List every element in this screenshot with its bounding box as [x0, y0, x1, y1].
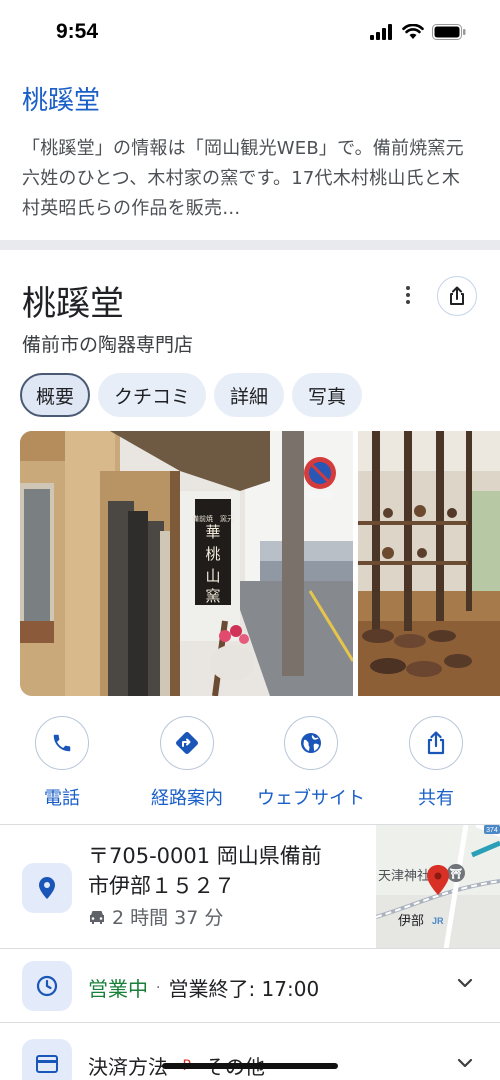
result-snippet: 「桃蹊堂」の情報は「岡山観光WEB」で。備前焼窯元六姓のひとつ、木村家の窯です。…: [22, 138, 464, 219]
route-number: 374: [486, 827, 498, 834]
directions-button[interactable]: 経路案内: [127, 716, 247, 810]
payment-row[interactable]: 決済方法 ₽ その他: [0, 1022, 500, 1080]
phone-icon: [53, 734, 71, 752]
share-button[interactable]: [437, 276, 477, 316]
clock-icon: [36, 975, 58, 997]
address-text: 〒705-0001 岡山県備前 市伊部１５２７: [88, 841, 358, 901]
battery-icon: [432, 24, 466, 40]
shop-sign-char-4: 窯: [205, 587, 220, 605]
photo-carousel[interactable]: 備前焼 窯元 華 桃 山 窯: [20, 431, 500, 696]
travel-time-text: 2 時間 37 分: [112, 907, 224, 929]
more-options-icon[interactable]: [396, 280, 420, 310]
section-divider: [0, 240, 500, 250]
credit-card-icon: [36, 1055, 58, 1073]
place-title: 桃蹊堂: [22, 284, 124, 324]
travel-time: 2 時間 37 分: [88, 903, 223, 930]
tab-details[interactable]: 詳細: [214, 373, 285, 417]
place-category: 備前市の陶器専門店: [22, 334, 194, 356]
svg-text:⛩: ⛩: [450, 867, 463, 880]
hours-separator: ·: [156, 979, 161, 996]
status-bar: 9:54: [0, 0, 500, 62]
map-jr-label: JR: [432, 916, 444, 926]
directions-label: 経路案内: [151, 788, 223, 809]
shop-sign-char-2: 桃: [205, 545, 220, 563]
globe-icon: [301, 733, 321, 753]
website-label: ウェブサイト: [257, 788, 365, 809]
tab-overview[interactable]: 概要: [20, 373, 91, 417]
hours-row[interactable]: 営業中 · 営業終了: 17:00: [0, 948, 500, 1022]
tab-reviews[interactable]: クチコミ: [98, 373, 207, 417]
shop-sign-char-3: 山: [205, 567, 220, 585]
closing-time: 営業終了: 17:00: [168, 977, 320, 1001]
call-button[interactable]: 電話: [2, 716, 122, 810]
location-pin-icon: [39, 877, 55, 899]
status-time: 9:54: [56, 20, 99, 43]
tab-bar: 概要 クチコミ 詳細 写真: [20, 373, 363, 417]
interior-photo[interactable]: [358, 431, 500, 696]
share-icon: [450, 286, 464, 305]
shop-sign-char-1: 華: [205, 523, 220, 541]
call-label: 電話: [44, 788, 80, 809]
directions-icon: [176, 732, 198, 754]
storefront-photo[interactable]: 備前焼 窯元 華 桃 山 窯: [20, 431, 353, 696]
map-shrine-label: 天津神社: [378, 868, 430, 884]
tab-photos[interactable]: 写真: [292, 373, 363, 417]
action-buttons: 電話 経路案内 ウェブサイト 共有: [0, 716, 500, 816]
address-row[interactable]: 〒705-0001 岡山県備前 市伊部１５２７ 2 時間 37 分 374 天津…: [0, 824, 500, 949]
shop-sign-small-text: 備前焼 窯元: [192, 514, 234, 523]
result-title-link[interactable]: 桃蹊堂: [22, 82, 478, 120]
mini-map[interactable]: 374 天津神社 ⛩ 伊部 JR: [376, 825, 500, 949]
share-label: 共有: [418, 788, 454, 809]
share-action-button[interactable]: 共有: [376, 716, 496, 810]
hours-text: 営業中 · 営業終了: 17:00: [88, 973, 319, 1002]
status-icons: [370, 24, 466, 40]
car-icon: [90, 910, 104, 924]
map-station-label: 伊部: [398, 914, 424, 929]
payment-label: 決済方法: [88, 1055, 168, 1079]
wifi-icon: [402, 24, 424, 39]
home-indicator[interactable]: [162, 1063, 338, 1069]
open-status: 営業中: [88, 977, 148, 1001]
address-line-1: 〒705-0001 岡山県備前: [88, 844, 322, 868]
share-icon: [427, 731, 445, 755]
chevron-down-icon[interactable]: [456, 977, 474, 989]
website-button[interactable]: ウェブサイト: [251, 716, 371, 810]
search-result: 桃蹊堂 「桃蹊堂」の情報は「岡山観光WEB」で。備前焼窯元六姓のひとつ、木村家の…: [0, 62, 500, 240]
cellular-signal-icon: [370, 24, 392, 40]
address-line-2: 市伊部１５２７: [88, 874, 235, 898]
chevron-down-icon[interactable]: [456, 1057, 474, 1069]
